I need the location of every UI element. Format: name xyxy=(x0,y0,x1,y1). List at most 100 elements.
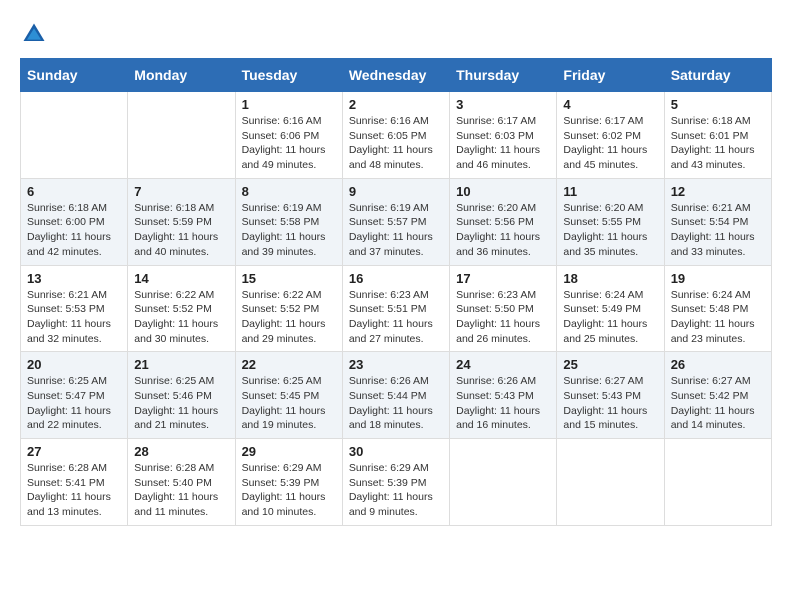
day-number: 27 xyxy=(27,444,121,459)
day-info: Sunrise: 6:19 AM Sunset: 5:58 PM Dayligh… xyxy=(242,201,336,260)
calendar-cell: 9 Sunrise: 6:19 AM Sunset: 5:57 PM Daylig… xyxy=(342,178,449,265)
calendar-cell xyxy=(21,92,128,179)
day-info: Sunrise: 6:18 AM Sunset: 6:00 PM Dayligh… xyxy=(27,201,121,260)
calendar-week-1: 1 Sunrise: 6:16 AM Sunset: 6:06 PM Daylig… xyxy=(21,92,772,179)
day-info: Sunrise: 6:21 AM Sunset: 5:53 PM Dayligh… xyxy=(27,288,121,347)
day-header-thursday: Thursday xyxy=(450,59,557,92)
day-info: Sunrise: 6:26 AM Sunset: 5:43 PM Dayligh… xyxy=(456,374,550,433)
day-info: Sunrise: 6:23 AM Sunset: 5:51 PM Dayligh… xyxy=(349,288,443,347)
day-info: Sunrise: 6:29 AM Sunset: 5:39 PM Dayligh… xyxy=(242,461,336,520)
calendar-cell: 16 Sunrise: 6:23 AM Sunset: 5:51 PM Dayli… xyxy=(342,265,449,352)
calendar-week-5: 27 Sunrise: 6:28 AM Sunset: 5:41 PM Dayli… xyxy=(21,439,772,526)
calendar-cell: 27 Sunrise: 6:28 AM Sunset: 5:41 PM Dayli… xyxy=(21,439,128,526)
day-info: Sunrise: 6:18 AM Sunset: 6:01 PM Dayligh… xyxy=(671,114,765,173)
day-info: Sunrise: 6:27 AM Sunset: 5:42 PM Dayligh… xyxy=(671,374,765,433)
day-number: 4 xyxy=(563,97,657,112)
day-number: 16 xyxy=(349,271,443,286)
day-header-friday: Friday xyxy=(557,59,664,92)
day-info: Sunrise: 6:28 AM Sunset: 5:41 PM Dayligh… xyxy=(27,461,121,520)
day-info: Sunrise: 6:19 AM Sunset: 5:57 PM Dayligh… xyxy=(349,201,443,260)
day-header-monday: Monday xyxy=(128,59,235,92)
day-number: 2 xyxy=(349,97,443,112)
day-info: Sunrise: 6:16 AM Sunset: 6:06 PM Dayligh… xyxy=(242,114,336,173)
calendar-cell: 20 Sunrise: 6:25 AM Sunset: 5:47 PM Dayli… xyxy=(21,352,128,439)
logo xyxy=(20,20,52,48)
day-info: Sunrise: 6:27 AM Sunset: 5:43 PM Dayligh… xyxy=(563,374,657,433)
calendar-cell: 3Sunrise: 6:17 AM Sunset: 6:03 PM Daylig… xyxy=(450,92,557,179)
day-number: 18 xyxy=(563,271,657,286)
day-number: 3 xyxy=(456,97,550,112)
day-number: 5 xyxy=(671,97,765,112)
day-number: 17 xyxy=(456,271,550,286)
day-header-sunday: Sunday xyxy=(21,59,128,92)
day-number: 8 xyxy=(242,184,336,199)
day-info: Sunrise: 6:20 AM Sunset: 5:55 PM Dayligh… xyxy=(563,201,657,260)
day-number: 7 xyxy=(134,184,228,199)
calendar-header-row: SundayMondayTuesdayWednesdayThursdayFrid… xyxy=(21,59,772,92)
calendar-cell: 24 Sunrise: 6:26 AM Sunset: 5:43 PM Dayli… xyxy=(450,352,557,439)
day-info: Sunrise: 6:25 AM Sunset: 5:45 PM Dayligh… xyxy=(242,374,336,433)
day-header-tuesday: Tuesday xyxy=(235,59,342,92)
day-info: Sunrise: 6:28 AM Sunset: 5:40 PM Dayligh… xyxy=(134,461,228,520)
calendar-cell xyxy=(557,439,664,526)
calendar-week-2: 6 Sunrise: 6:18 AM Sunset: 6:00 PM Daylig… xyxy=(21,178,772,265)
calendar-cell: 21 Sunrise: 6:25 AM Sunset: 5:46 PM Dayli… xyxy=(128,352,235,439)
calendar-cell: 23 Sunrise: 6:26 AM Sunset: 5:44 PM Dayli… xyxy=(342,352,449,439)
day-header-wednesday: Wednesday xyxy=(342,59,449,92)
calendar-cell: 19 Sunrise: 6:24 AM Sunset: 5:48 PM Dayli… xyxy=(664,265,771,352)
day-number: 29 xyxy=(242,444,336,459)
calendar-cell: 29 Sunrise: 6:29 AM Sunset: 5:39 PM Dayli… xyxy=(235,439,342,526)
day-number: 10 xyxy=(456,184,550,199)
calendar-cell: 30Sunrise: 6:29 AM Sunset: 5:39 PM Dayli… xyxy=(342,439,449,526)
calendar: SundayMondayTuesdayWednesdayThursdayFrid… xyxy=(20,58,772,526)
calendar-cell: 12Sunrise: 6:21 AM Sunset: 5:54 PM Dayli… xyxy=(664,178,771,265)
calendar-cell: 13 Sunrise: 6:21 AM Sunset: 5:53 PM Dayli… xyxy=(21,265,128,352)
day-info: Sunrise: 6:25 AM Sunset: 5:47 PM Dayligh… xyxy=(27,374,121,433)
day-number: 21 xyxy=(134,357,228,372)
day-info: Sunrise: 6:17 AM Sunset: 6:02 PM Dayligh… xyxy=(563,114,657,173)
day-info: Sunrise: 6:25 AM Sunset: 5:46 PM Dayligh… xyxy=(134,374,228,433)
day-info: Sunrise: 6:22 AM Sunset: 5:52 PM Dayligh… xyxy=(134,288,228,347)
day-number: 23 xyxy=(349,357,443,372)
day-number: 9 xyxy=(349,184,443,199)
calendar-cell: 7 Sunrise: 6:18 AM Sunset: 5:59 PM Daylig… xyxy=(128,178,235,265)
day-header-saturday: Saturday xyxy=(664,59,771,92)
calendar-cell: 5 Sunrise: 6:18 AM Sunset: 6:01 PM Daylig… xyxy=(664,92,771,179)
day-info: Sunrise: 6:21 AM Sunset: 5:54 PM Dayligh… xyxy=(671,201,765,260)
day-number: 11 xyxy=(563,184,657,199)
calendar-cell: 10Sunrise: 6:20 AM Sunset: 5:56 PM Dayli… xyxy=(450,178,557,265)
day-info: Sunrise: 6:23 AM Sunset: 5:50 PM Dayligh… xyxy=(456,288,550,347)
day-info: Sunrise: 6:18 AM Sunset: 5:59 PM Dayligh… xyxy=(134,201,228,260)
day-number: 6 xyxy=(27,184,121,199)
calendar-cell: 26 Sunrise: 6:27 AM Sunset: 5:42 PM Dayli… xyxy=(664,352,771,439)
calendar-cell: 11 Sunrise: 6:20 AM Sunset: 5:55 PM Dayli… xyxy=(557,178,664,265)
calendar-cell: 4 Sunrise: 6:17 AM Sunset: 6:02 PM Daylig… xyxy=(557,92,664,179)
day-number: 22 xyxy=(242,357,336,372)
calendar-cell: 14 Sunrise: 6:22 AM Sunset: 5:52 PM Dayli… xyxy=(128,265,235,352)
day-number: 14 xyxy=(134,271,228,286)
calendar-cell: 15Sunrise: 6:22 AM Sunset: 5:52 PM Dayli… xyxy=(235,265,342,352)
day-number: 13 xyxy=(27,271,121,286)
calendar-cell: 1 Sunrise: 6:16 AM Sunset: 6:06 PM Daylig… xyxy=(235,92,342,179)
day-number: 28 xyxy=(134,444,228,459)
day-info: Sunrise: 6:16 AM Sunset: 6:05 PM Dayligh… xyxy=(349,114,443,173)
calendar-cell xyxy=(664,439,771,526)
calendar-cell: 22 Sunrise: 6:25 AM Sunset: 5:45 PM Dayli… xyxy=(235,352,342,439)
day-info: Sunrise: 6:24 AM Sunset: 5:49 PM Dayligh… xyxy=(563,288,657,347)
header xyxy=(20,20,772,48)
calendar-week-4: 20 Sunrise: 6:25 AM Sunset: 5:47 PM Dayli… xyxy=(21,352,772,439)
day-number: 26 xyxy=(671,357,765,372)
day-number: 19 xyxy=(671,271,765,286)
day-number: 20 xyxy=(27,357,121,372)
calendar-cell: 6 Sunrise: 6:18 AM Sunset: 6:00 PM Daylig… xyxy=(21,178,128,265)
calendar-cell: 2 Sunrise: 6:16 AM Sunset: 6:05 PM Daylig… xyxy=(342,92,449,179)
calendar-cell xyxy=(128,92,235,179)
calendar-cell: 28 Sunrise: 6:28 AM Sunset: 5:40 PM Dayli… xyxy=(128,439,235,526)
day-info: Sunrise: 6:26 AM Sunset: 5:44 PM Dayligh… xyxy=(349,374,443,433)
day-info: Sunrise: 6:24 AM Sunset: 5:48 PM Dayligh… xyxy=(671,288,765,347)
calendar-cell: 8 Sunrise: 6:19 AM Sunset: 5:58 PM Daylig… xyxy=(235,178,342,265)
day-number: 1 xyxy=(242,97,336,112)
day-number: 24 xyxy=(456,357,550,372)
day-number: 25 xyxy=(563,357,657,372)
calendar-cell: 18 Sunrise: 6:24 AM Sunset: 5:49 PM Dayli… xyxy=(557,265,664,352)
